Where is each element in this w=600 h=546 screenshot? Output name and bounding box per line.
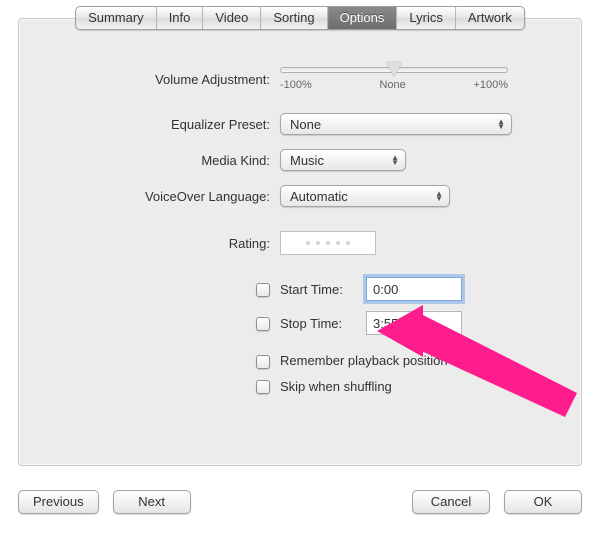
tab-video[interactable]: Video [202, 7, 260, 29]
tab-options[interactable]: Options [327, 7, 397, 29]
cancel-button[interactable]: Cancel [412, 490, 490, 514]
rating-dot [336, 241, 340, 245]
start-time-input[interactable] [366, 277, 462, 301]
tab-artwork[interactable]: Artwork [455, 7, 524, 29]
volume-scale-max: +100% [473, 79, 508, 91]
volume-slider-thumb[interactable] [386, 62, 402, 77]
start-time-checkbox[interactable] [256, 283, 270, 297]
rating-dot [326, 241, 330, 245]
label-equalizer: Equalizer Preset: [65, 117, 280, 132]
voiceover-value: Automatic [290, 189, 348, 204]
stop-time-input[interactable] [366, 311, 462, 335]
label-remember: Remember playback position [280, 353, 448, 368]
equalizer-popup[interactable]: None ▲▼ [280, 113, 512, 135]
equalizer-value: None [290, 117, 321, 132]
tab-lyrics[interactable]: Lyrics [396, 7, 454, 29]
volume-scale-none: None [379, 79, 405, 91]
remember-checkbox[interactable] [256, 355, 270, 369]
rating-dot [346, 241, 350, 245]
voiceover-popup[interactable]: Automatic ▲▼ [280, 185, 450, 207]
options-form: Volume Adjustment: -100% None +100% Equa… [19, 19, 581, 424]
label-start-time: Start Time: [280, 282, 366, 297]
tab-info[interactable]: Info [156, 7, 203, 29]
media-kind-popup[interactable]: Music ▲▼ [280, 149, 406, 171]
label-media-kind: Media Kind: [65, 153, 280, 168]
media-kind-value: Music [290, 153, 324, 168]
volume-scale-min: -100% [280, 79, 312, 91]
label-stop-time: Stop Time: [280, 316, 366, 331]
volume-slider[interactable] [280, 67, 508, 73]
rating-dot [306, 241, 310, 245]
stop-time-checkbox[interactable] [256, 317, 270, 331]
volume-slider-scale: -100% None +100% [280, 79, 508, 91]
updown-icon: ▲▼ [497, 119, 505, 129]
rating-field[interactable] [280, 231, 376, 255]
previous-button[interactable]: Previous [18, 490, 99, 514]
updown-icon: ▲▼ [391, 155, 399, 165]
dialog-tabbar: Summary Info Video Sorting Options Lyric… [75, 6, 525, 30]
label-voiceover: VoiceOver Language: [65, 189, 280, 204]
dialog-button-bar: Previous Next Cancel OK [18, 490, 582, 514]
next-button[interactable]: Next [113, 490, 191, 514]
label-volume: Volume Adjustment: [65, 72, 280, 87]
label-rating: Rating: [65, 236, 280, 251]
rating-dot [316, 241, 320, 245]
skip-checkbox[interactable] [256, 380, 270, 394]
label-skip: Skip when shuffling [280, 379, 392, 394]
tab-sorting[interactable]: Sorting [260, 7, 326, 29]
tab-summary[interactable]: Summary [76, 7, 156, 29]
ok-button[interactable]: OK [504, 490, 582, 514]
updown-icon: ▲▼ [435, 191, 443, 201]
options-dialog: Summary Info Video Sorting Options Lyric… [18, 18, 582, 466]
